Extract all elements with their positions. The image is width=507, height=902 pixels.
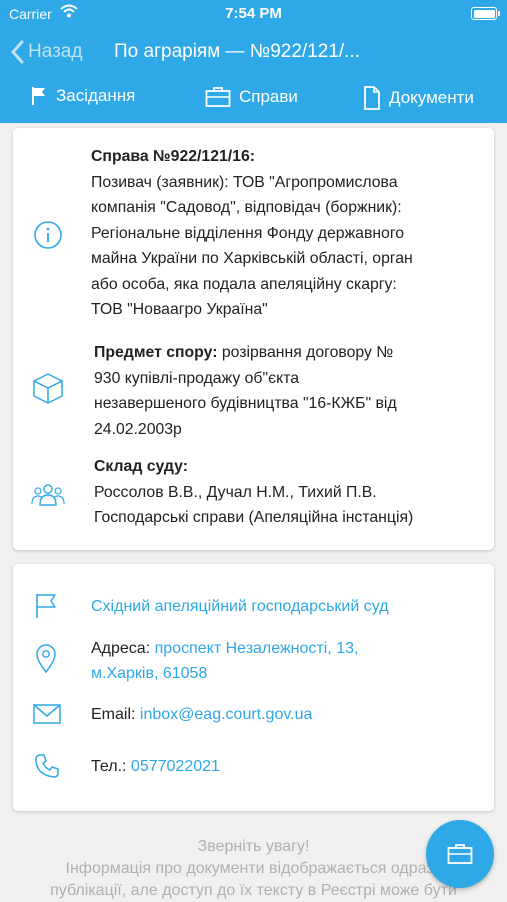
subject-label: Предмет спору: bbox=[94, 344, 218, 361]
parties-line: Позивач (заявник): ТОВ "Агропромислова bbox=[91, 173, 398, 191]
court-name-link[interactable]: Східний апеляційний господарський суд bbox=[91, 594, 389, 619]
battery-icon bbox=[471, 7, 500, 20]
cases-fab-button[interactable] bbox=[426, 820, 494, 888]
email-link[interactable]: inbox@eag.court.gov.ua bbox=[140, 706, 313, 723]
back-label: Назад bbox=[28, 41, 83, 62]
phone-label: Тел.: bbox=[91, 758, 127, 775]
parties-line: Регіональне відділення Фонду державного bbox=[91, 224, 405, 242]
court-label: Склад суду: bbox=[94, 458, 188, 475]
subject-line: незавершеного будівництва "16-КЖБ" від bbox=[94, 395, 397, 412]
briefcase-icon bbox=[205, 87, 231, 107]
address-link-line1[interactable]: проспект Незалежності, 13, bbox=[155, 640, 359, 657]
briefcase-icon bbox=[447, 844, 473, 864]
flag-icon bbox=[32, 87, 45, 105]
envelope-icon bbox=[33, 704, 61, 724]
parties-line: ТОВ "Новаагро Україна" bbox=[91, 301, 268, 318]
top-bar: Carrier 7:54 PM Назад По аграріям — №922… bbox=[0, 0, 507, 123]
subject-line: 930 купівлі-продажу об"єкта bbox=[94, 369, 300, 387]
tab-documents-label: Документи bbox=[389, 88, 474, 107]
phone-link[interactable]: 0577022021 bbox=[131, 758, 220, 775]
dispute-subject: Предмет спору: розірвання договору № 930… bbox=[94, 340, 397, 442]
people-icon bbox=[31, 484, 65, 506]
notice-line: публікації, але доступ до їх тексту в Ре… bbox=[50, 882, 457, 899]
court-name-row[interactable]: Східний апеляційний господарський суд bbox=[13, 592, 494, 622]
address-row: Адреса: проспект Незалежності, 13, м.Хар… bbox=[13, 634, 494, 688]
clock: 7:54 PM bbox=[225, 5, 282, 22]
tab-sessions[interactable]: Засідання bbox=[30, 86, 135, 106]
chevron-left-icon bbox=[11, 40, 24, 64]
navigation-bar: Назад По аграріям — №922/121/... bbox=[0, 32, 507, 72]
page-title: По аграріям — №922/121/... bbox=[114, 41, 361, 62]
court-line: Господарські справи (Апеляційна інстанці… bbox=[94, 509, 414, 526]
tab-documents[interactable]: Документи bbox=[363, 86, 474, 110]
phone-icon bbox=[35, 754, 59, 778]
court-composition: Склад суду: Россолов В.В., Дучал Н.М., Т… bbox=[94, 454, 413, 531]
document-icon bbox=[364, 86, 380, 110]
case-parties: Справа №922/121/16: Позивач (заявник): Т… bbox=[91, 144, 413, 323]
tab-cases-label: Справи bbox=[239, 87, 298, 106]
parties-line: компанія "Садовод", відповідач (боржник)… bbox=[91, 199, 402, 216]
location-pin-icon bbox=[36, 644, 56, 674]
tab-sessions-label: Засідання bbox=[56, 86, 136, 105]
email-row: Email: inbox@eag.court.gov.ua bbox=[13, 700, 494, 730]
subject-line: 24.02.2003р bbox=[94, 420, 182, 438]
court-line: Россолов В.В., Дучал Н.М., Тихий П.В. bbox=[94, 483, 377, 501]
case-heading: Справа №922/121/16: bbox=[91, 148, 255, 165]
parties-line: або особа, яка подала апеляційну скаргу: bbox=[91, 275, 397, 293]
info-icon bbox=[34, 221, 62, 249]
tab-cases[interactable]: Справи bbox=[205, 86, 298, 108]
parties-line: майна України по Харківській області, ор… bbox=[91, 250, 413, 267]
status-bar: Carrier 7:54 PM bbox=[0, 0, 507, 28]
back-button[interactable]: Назад bbox=[10, 38, 82, 66]
box-icon bbox=[33, 373, 63, 404]
flag-outline-icon bbox=[36, 594, 56, 618]
address-link-line2[interactable]: м.Харків, 61058 bbox=[91, 665, 207, 682]
court-info-card: Східний апеляційний господарський суд Ад… bbox=[13, 564, 494, 811]
tab-bar: Засідання Справи Документи bbox=[0, 86, 507, 114]
subject-line: розірвання договору № bbox=[217, 344, 394, 361]
phone-row: Тел.: 0577022021 bbox=[13, 752, 494, 782]
case-details-card: Справа №922/121/16: Позивач (заявник): Т… bbox=[13, 128, 494, 550]
address-label: Адреса: bbox=[91, 640, 151, 657]
email-label: Email: bbox=[91, 706, 136, 723]
